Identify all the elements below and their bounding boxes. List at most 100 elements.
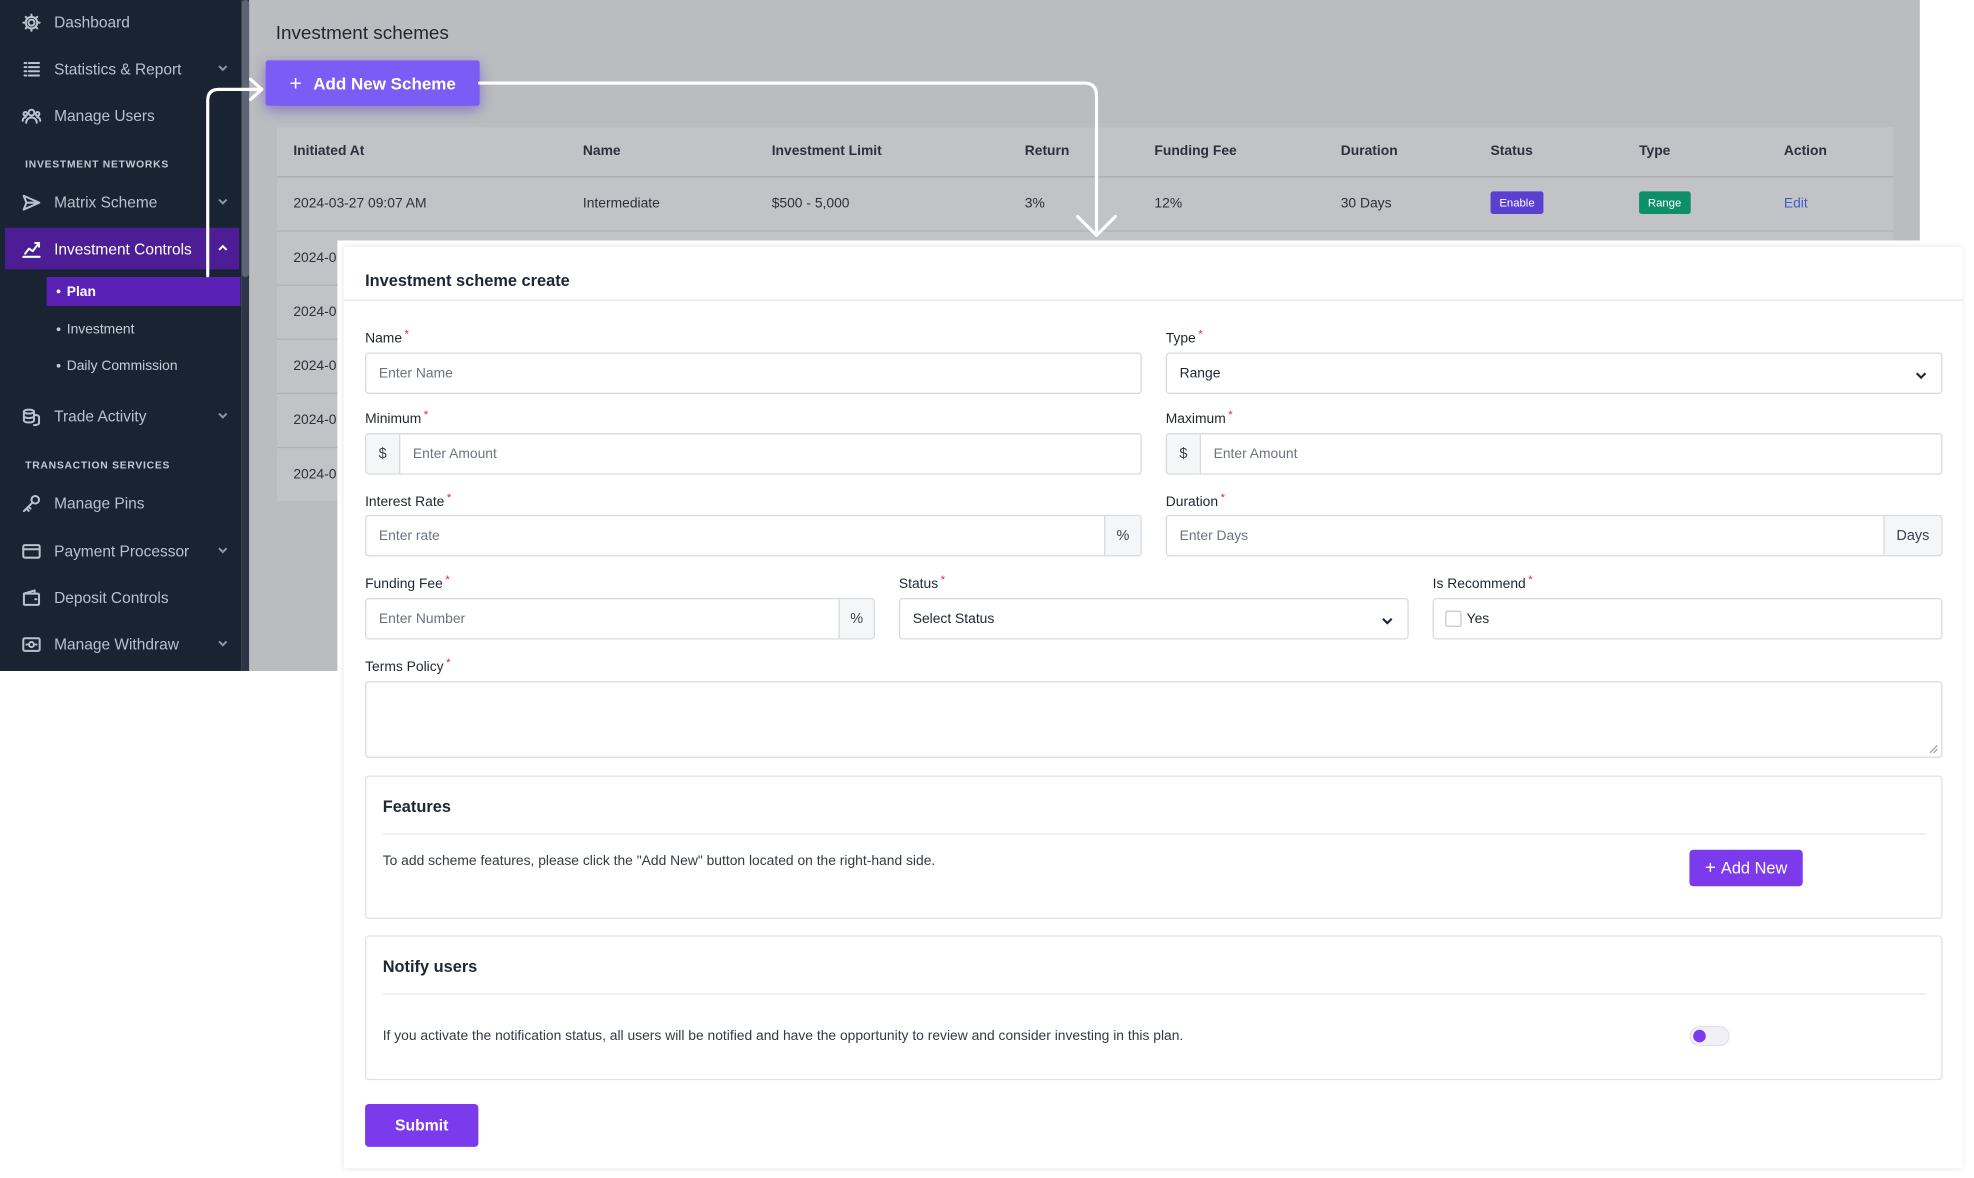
cell-return: 3% <box>1024 196 1045 212</box>
minimum-input[interactable] <box>400 434 1141 474</box>
submenu-item-label: Plan <box>66 283 96 299</box>
label-text: Interest Rate <box>365 494 445 510</box>
plus-icon: + <box>289 71 302 96</box>
interest-rate-input[interactable] <box>366 516 1105 556</box>
sidebar: Dashboard Statistics & Report Manage Use… <box>0 0 242 671</box>
type-badge: Range <box>1639 191 1691 215</box>
sidebar-item-trade-activity[interactable]: Trade Activity <box>5 395 239 437</box>
status-select-value: Select Status <box>912 611 995 627</box>
features-title: Features <box>382 796 451 816</box>
required-mark: * <box>445 572 450 586</box>
name-input[interactable] <box>366 353 1141 393</box>
column-header-funding-fee: Funding Fee <box>1154 143 1237 159</box>
funding-fee-field[interactable]: % <box>365 597 875 640</box>
name-label: Name * <box>365 327 409 346</box>
sidebar-item-label: Dashboard <box>54 13 130 31</box>
modal-card: Investment scheme create Name* Type* Ran… <box>343 246 1963 1169</box>
table-header: Initiated At Name Investment Limit Retur… <box>276 127 1894 178</box>
cell-initiated-at: 2024-0 <box>293 358 337 374</box>
sidebar-item-dashboard[interactable]: Dashboard <box>5 1 239 43</box>
notify-help-text: If you activate the notification status,… <box>382 1028 1184 1044</box>
duration-input[interactable] <box>1167 516 1884 556</box>
edit-link[interactable]: Edit <box>1784 196 1808 211</box>
modal-title: Investment scheme create <box>365 270 570 290</box>
required-mark: * <box>446 655 451 669</box>
status-select[interactable]: Select Status <box>898 597 1409 640</box>
submit-button[interactable]: Submit <box>365 1104 479 1147</box>
users-icon <box>21 105 42 125</box>
cell-initiated-at: 2024-0 <box>293 250 337 266</box>
sidebar-scrollbar-thumb[interactable] <box>241 0 250 277</box>
label-text: Terms Policy <box>365 659 444 675</box>
name-field[interactable] <box>365 352 1142 395</box>
sidebar-item-deposit-controls[interactable]: Deposit Controls <box>5 577 239 619</box>
terms-policy-textarea[interactable] <box>365 681 1943 758</box>
funding-fee-label: Funding Fee * <box>365 573 450 592</box>
type-label: Type * <box>1165 327 1203 347</box>
sidebar-item-manage-users[interactable]: Manage Users <box>5 94 239 136</box>
chart-icon <box>21 239 41 259</box>
required-mark: * <box>940 572 946 586</box>
maximum-label: Maximum * <box>1166 408 1233 427</box>
submenu-item-daily-commission[interactable]: Daily Commission <box>47 351 241 380</box>
notify-users-toggle[interactable] <box>1689 1026 1730 1047</box>
submenu-item-plan[interactable]: Plan <box>46 276 241 306</box>
cell-funding-fee: 12% <box>1154 196 1183 212</box>
submenu-item-label: Investment <box>66 321 135 337</box>
sidebar-item-statistics-report[interactable]: Statistics & Report <box>5 48 239 90</box>
interest-rate-field[interactable]: % <box>365 514 1142 557</box>
send-icon <box>21 192 41 212</box>
label-text: Duration <box>1165 494 1219 510</box>
chevron-down-icon <box>1380 611 1395 626</box>
column-header-return: Return <box>1024 143 1070 159</box>
features-section: Features To add scheme features, please … <box>365 775 1943 919</box>
create-scheme-modal: Investment scheme create Name* Type* Ran… <box>337 240 1974 1178</box>
type-select[interactable]: Range <box>1165 352 1943 395</box>
currency-addon: $ <box>1167 434 1201 474</box>
maximum-input[interactable] <box>1200 434 1942 474</box>
terms-policy-label: Terms Policy * <box>365 656 450 675</box>
sidebar-item-investment-controls[interactable]: Investment Controls <box>5 227 240 270</box>
sidebar-item-matrix-scheme[interactable]: Matrix Scheme <box>5 181 239 223</box>
required-mark: * <box>1228 407 1233 421</box>
submenu-item-investment[interactable]: Investment <box>47 315 241 344</box>
minimum-field[interactable]: $ <box>365 433 1142 475</box>
funding-fee-input[interactable] <box>366 599 839 639</box>
column-header-name: Name <box>582 143 621 159</box>
chevron-down-icon <box>217 408 230 421</box>
sidebar-item-label: Manage Withdraw <box>54 635 179 653</box>
add-new-feature-button[interactable]: + Add New <box>1689 849 1803 887</box>
duration-field[interactable]: Days <box>1165 514 1943 557</box>
features-help-text: To add scheme features, please click the… <box>382 853 936 869</box>
label-text: Type <box>1165 331 1196 347</box>
sidebar-item-payment-processor[interactable]: Payment Processor <box>5 530 239 572</box>
chevron-down-icon <box>217 543 230 556</box>
currency-addon: $ <box>366 434 401 474</box>
cell-initiated-at: 2024-0 <box>293 304 337 320</box>
minimum-label: Minimum * <box>365 408 428 427</box>
divider <box>382 833 1927 835</box>
sidebar-item-manage-withdraw[interactable]: Manage Withdraw <box>5 623 239 665</box>
column-header-type: Type <box>1639 143 1671 159</box>
wallet-icon <box>21 587 41 607</box>
chevron-down-icon <box>217 60 230 73</box>
sidebar-item-label: Trade Activity <box>54 407 147 425</box>
status-label: Status * <box>899 573 945 592</box>
divider <box>343 299 1963 301</box>
recommend-option-label[interactable]: Yes <box>1467 611 1490 626</box>
maximum-field[interactable]: $ <box>1165 433 1943 475</box>
label-text: Is Recommend <box>1432 576 1526 592</box>
resize-grip-icon[interactable] <box>1927 743 1938 754</box>
recommend-checkbox[interactable] <box>1445 610 1462 627</box>
cell-initiated-at: 2024-03-27 09:07 AM <box>293 196 427 212</box>
withdraw-icon <box>21 634 41 654</box>
bullet-dot <box>56 327 61 332</box>
sidebar-item-label: Deposit Controls <box>54 588 169 607</box>
required-mark: * <box>1220 490 1226 504</box>
add-new-scheme-label: Add New Scheme <box>313 73 456 93</box>
duration-label: Duration * <box>1165 491 1225 510</box>
coins-icon <box>21 406 41 426</box>
list-icon <box>21 59 41 79</box>
add-new-scheme-button[interactable]: + Add New Scheme <box>265 60 480 106</box>
sidebar-item-manage-pins[interactable]: Manage Pins <box>5 482 239 524</box>
